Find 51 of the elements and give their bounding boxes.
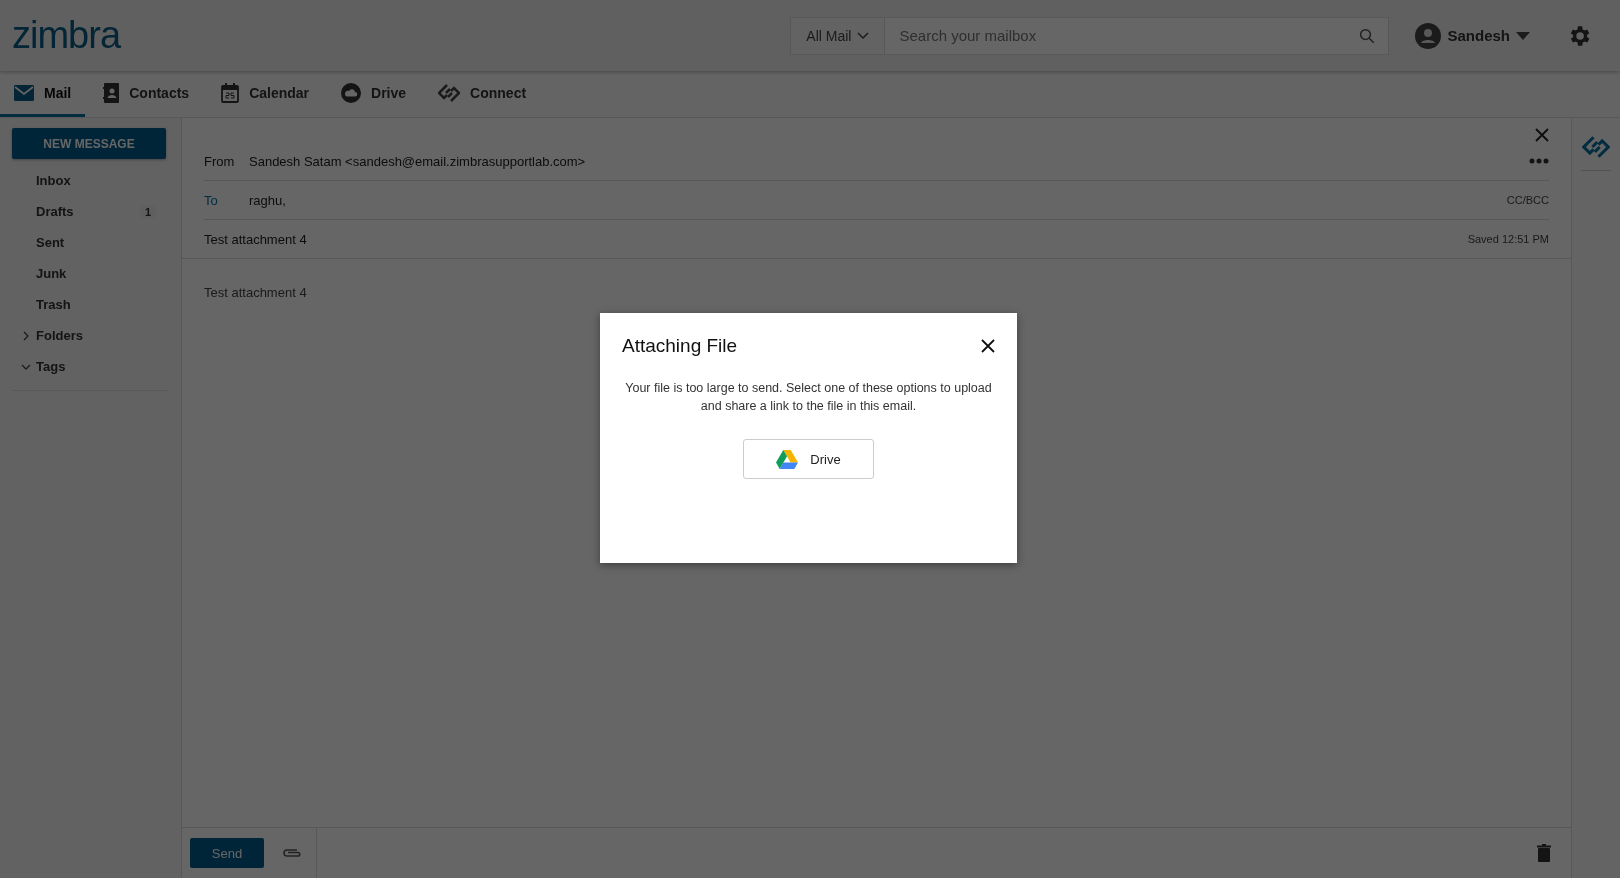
new-message-button[interactable]: NEW MESSAGE (12, 128, 166, 159)
chevron-right-icon[interactable] (21, 330, 31, 341)
trash-icon[interactable] (1537, 844, 1551, 862)
chain-link-icon[interactable] (1582, 136, 1610, 158)
folder-label: Junk (36, 266, 67, 281)
search-icon (1357, 26, 1376, 45)
envelope-icon (14, 84, 34, 101)
subject-field[interactable]: Test attachment 4 (204, 231, 307, 247)
cc-bcc-link[interactable]: CC/BCC (1506, 194, 1549, 206)
folder-label: Trash (36, 297, 71, 312)
folder-label: Sent (36, 235, 65, 250)
to-label[interactable]: To (204, 192, 249, 208)
folder-label: Folders (36, 328, 83, 343)
search-button[interactable] (1345, 16, 1390, 55)
close-icon[interactable] (981, 339, 995, 353)
avatar-icon (1415, 22, 1442, 49)
sidebar-group[interactable]: Folders (12, 320, 169, 351)
app-tab[interactable]: Contacts (89, 71, 204, 117)
more-options-icon[interactable] (1529, 158, 1549, 164)
drive-option-button[interactable]: Drive (743, 439, 874, 479)
user-menu[interactable]: Sandesh (1409, 21, 1536, 50)
folder-item[interactable]: Sent (12, 227, 169, 258)
calendar-icon (221, 82, 240, 103)
chevron-down-icon (857, 31, 870, 40)
saved-status: Saved 12:51 PM (1467, 233, 1549, 245)
address-book-icon (103, 82, 120, 103)
caret-icon (1516, 31, 1530, 40)
cloud-icon (341, 82, 362, 103)
paperclip-icon[interactable] (282, 847, 302, 859)
dialog-message: Your file is too large to send. Select one of these options to upload and share a link to the file in this email. (624, 380, 993, 415)
app-tab[interactable]: Drive (327, 71, 421, 117)
from-label: From (204, 153, 236, 169)
app-tab[interactable]: Connect (424, 71, 541, 117)
folder-label: Inbox (36, 173, 71, 188)
sidebar-group[interactable]: Tags (12, 351, 169, 382)
folder-item[interactable]: Junk (12, 258, 169, 289)
dialog-title: Attaching File (622, 335, 738, 357)
app-tab[interactable]: Calendar (207, 71, 324, 117)
sender-address: Sandesh Satam <sandesh@email.zimbrasupportlab.com> (249, 153, 586, 169)
folder-label: Tags (36, 359, 66, 374)
folder-item[interactable]: Trash (12, 289, 169, 320)
folder-label: Drafts (36, 204, 74, 219)
drive-triangle-icon (776, 449, 799, 469)
logo: zimbra (12, 14, 121, 57)
recipient-field[interactable]: raghu, (249, 192, 286, 208)
send-button[interactable]: Send (190, 838, 264, 868)
folder-item[interactable]: Drafts 1 (12, 196, 169, 227)
chain-link-icon (438, 83, 461, 102)
folder-item[interactable]: Inbox (12, 165, 169, 196)
search-scope-dropdown[interactable]: All Mail (790, 16, 886, 55)
message-body[interactable]: Test attachment 4 (204, 285, 307, 300)
